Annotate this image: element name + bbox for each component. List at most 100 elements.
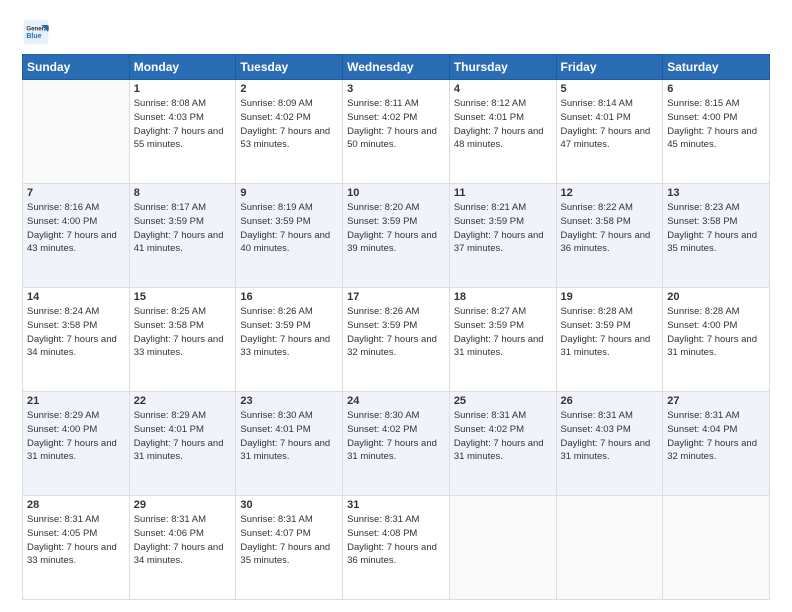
day-detail: Sunrise: 8:31 AMSunset: 4:07 PMDaylight:…	[240, 513, 338, 568]
cal-cell: 29Sunrise: 8:31 AMSunset: 4:06 PMDayligh…	[129, 496, 236, 600]
day-detail: Sunrise: 8:30 AMSunset: 4:01 PMDaylight:…	[240, 409, 338, 464]
week-row-4: 21 Sunrise: 8:29 AMSunset: 4:00 PMDayligh…	[23, 392, 770, 496]
cal-cell: 19 Sunrise: 8:28 AMSunset: 3:59 PMDayligh…	[556, 288, 663, 392]
day-number: 30	[240, 499, 338, 511]
day-number: 3	[347, 83, 445, 95]
day-detail: Sunrise: 8:30 AMSunset: 4:02 PMDaylight:…	[347, 409, 445, 464]
weekday-header-row: SundayMondayTuesdayWednesdayThursdayFrid…	[23, 55, 770, 80]
week-row-2: 7 Sunrise: 8:16 AMSunset: 4:00 PMDaylight…	[23, 184, 770, 288]
weekday-header-friday: Friday	[556, 55, 663, 80]
day-detail: Sunrise: 8:19 AMSunset: 3:59 PMDaylight:…	[240, 201, 338, 256]
day-number: 2	[240, 83, 338, 95]
day-detail: Sunrise: 8:28 AMSunset: 4:00 PMDaylight:…	[667, 305, 765, 360]
cal-cell: 25 Sunrise: 8:31 AMSunset: 4:02 PMDayligh…	[449, 392, 556, 496]
day-detail: Sunrise: 8:31 AMSunset: 4:08 PMDaylight:…	[347, 513, 445, 568]
day-number: 20	[667, 291, 765, 303]
cal-cell: 26 Sunrise: 8:31 AMSunset: 4:03 PMDayligh…	[556, 392, 663, 496]
logo: General Blue	[22, 18, 50, 46]
week-row-5: 28 Sunrise: 8:31 AMSunset: 4:05 PMDayligh…	[23, 496, 770, 600]
logo-icon: General Blue	[22, 18, 50, 46]
cal-cell: 28 Sunrise: 8:31 AMSunset: 4:05 PMDayligh…	[23, 496, 130, 600]
cal-cell: 9 Sunrise: 8:19 AMSunset: 3:59 PMDaylight…	[236, 184, 343, 288]
day-number: 22	[134, 395, 232, 407]
day-number: 27	[667, 395, 765, 407]
cal-cell: 18 Sunrise: 8:27 AMSunset: 3:59 PMDayligh…	[449, 288, 556, 392]
day-detail: Sunrise: 8:31 AMSunset: 4:03 PMDaylight:…	[561, 409, 659, 464]
header: General Blue	[22, 18, 770, 46]
cal-cell: 15Sunrise: 8:25 AMSunset: 3:58 PMDayligh…	[129, 288, 236, 392]
cal-cell	[663, 496, 770, 600]
day-detail: Sunrise: 8:29 AMSunset: 4:00 PMDaylight:…	[27, 409, 125, 464]
calendar: SundayMondayTuesdayWednesdayThursdayFrid…	[22, 54, 770, 600]
weekday-header-wednesday: Wednesday	[343, 55, 450, 80]
day-number: 28	[27, 499, 125, 511]
cal-cell: 24 Sunrise: 8:30 AMSunset: 4:02 PMDayligh…	[343, 392, 450, 496]
cal-cell: 20 Sunrise: 8:28 AMSunset: 4:00 PMDayligh…	[663, 288, 770, 392]
cal-cell: 12Sunrise: 8:22 AMSunset: 3:58 PMDayligh…	[556, 184, 663, 288]
weekday-header-sunday: Sunday	[23, 55, 130, 80]
day-detail: Sunrise: 8:31 AMSunset: 4:05 PMDaylight:…	[27, 513, 125, 568]
day-number: 23	[240, 395, 338, 407]
day-number: 7	[27, 187, 125, 199]
cal-cell: 17 Sunrise: 8:26 AMSunset: 3:59 PMDayligh…	[343, 288, 450, 392]
day-detail: Sunrise: 8:27 AMSunset: 3:59 PMDaylight:…	[454, 305, 552, 360]
cal-cell: 31Sunrise: 8:31 AMSunset: 4:08 PMDayligh…	[343, 496, 450, 600]
day-detail: Sunrise: 8:24 AMSunset: 3:58 PMDaylight:…	[27, 305, 125, 360]
day-detail: Sunrise: 8:17 AMSunset: 3:59 PMDaylight:…	[134, 201, 232, 256]
day-detail: Sunrise: 8:28 AMSunset: 3:59 PMDaylight:…	[561, 305, 659, 360]
day-number: 24	[347, 395, 445, 407]
day-detail: Sunrise: 8:31 AMSunset: 4:04 PMDaylight:…	[667, 409, 765, 464]
day-number: 9	[240, 187, 338, 199]
cal-cell: 10Sunrise: 8:20 AMSunset: 3:59 PMDayligh…	[343, 184, 450, 288]
day-number: 16	[240, 291, 338, 303]
day-detail: Sunrise: 8:16 AMSunset: 4:00 PMDaylight:…	[27, 201, 125, 256]
cal-cell: 13 Sunrise: 8:23 AMSunset: 3:58 PMDayligh…	[663, 184, 770, 288]
cal-cell	[23, 80, 130, 184]
day-number: 21	[27, 395, 125, 407]
cal-cell: 30 Sunrise: 8:31 AMSunset: 4:07 PMDayligh…	[236, 496, 343, 600]
day-number: 14	[27, 291, 125, 303]
day-number: 19	[561, 291, 659, 303]
weekday-header-thursday: Thursday	[449, 55, 556, 80]
day-number: 11	[454, 187, 552, 199]
day-number: 5	[561, 83, 659, 95]
weekday-header-tuesday: Tuesday	[236, 55, 343, 80]
cal-cell: 22Sunrise: 8:29 AMSunset: 4:01 PMDayligh…	[129, 392, 236, 496]
day-detail: Sunrise: 8:20 AMSunset: 3:59 PMDaylight:…	[347, 201, 445, 256]
day-number: 17	[347, 291, 445, 303]
day-detail: Sunrise: 8:26 AMSunset: 3:59 PMDaylight:…	[240, 305, 338, 360]
day-detail: Sunrise: 8:14 AMSunset: 4:01 PMDaylight:…	[561, 97, 659, 152]
cal-cell: 11Sunrise: 8:21 AMSunset: 3:59 PMDayligh…	[449, 184, 556, 288]
cal-cell: 3 Sunrise: 8:11 AMSunset: 4:02 PMDaylight…	[343, 80, 450, 184]
cal-cell: 21 Sunrise: 8:29 AMSunset: 4:00 PMDayligh…	[23, 392, 130, 496]
weekday-header-monday: Monday	[129, 55, 236, 80]
day-number: 8	[134, 187, 232, 199]
day-detail: Sunrise: 8:11 AMSunset: 4:02 PMDaylight:…	[347, 97, 445, 152]
cal-cell: 2 Sunrise: 8:09 AMSunset: 4:02 PMDaylight…	[236, 80, 343, 184]
page: General Blue SundayMondayTuesdayWednesda…	[0, 0, 792, 612]
cal-cell: 4Sunrise: 8:12 AMSunset: 4:01 PMDaylight…	[449, 80, 556, 184]
day-number: 18	[454, 291, 552, 303]
day-detail: Sunrise: 8:26 AMSunset: 3:59 PMDaylight:…	[347, 305, 445, 360]
day-detail: Sunrise: 8:22 AMSunset: 3:58 PMDaylight:…	[561, 201, 659, 256]
svg-text:Blue: Blue	[26, 33, 41, 40]
day-detail: Sunrise: 8:08 AMSunset: 4:03 PMDaylight:…	[134, 97, 232, 152]
day-detail: Sunrise: 8:09 AMSunset: 4:02 PMDaylight:…	[240, 97, 338, 152]
day-detail: Sunrise: 8:23 AMSunset: 3:58 PMDaylight:…	[667, 201, 765, 256]
cal-cell: 7 Sunrise: 8:16 AMSunset: 4:00 PMDaylight…	[23, 184, 130, 288]
day-number: 25	[454, 395, 552, 407]
day-number: 1	[134, 83, 232, 95]
day-detail: Sunrise: 8:15 AMSunset: 4:00 PMDaylight:…	[667, 97, 765, 152]
week-row-1: 1 Sunrise: 8:08 AMSunset: 4:03 PMDaylight…	[23, 80, 770, 184]
cal-cell: 16 Sunrise: 8:26 AMSunset: 3:59 PMDayligh…	[236, 288, 343, 392]
cal-cell: 27 Sunrise: 8:31 AMSunset: 4:04 PMDayligh…	[663, 392, 770, 496]
day-detail: Sunrise: 8:31 AMSunset: 4:06 PMDaylight:…	[134, 513, 232, 568]
day-number: 26	[561, 395, 659, 407]
cal-cell: 6Sunrise: 8:15 AMSunset: 4:00 PMDaylight…	[663, 80, 770, 184]
day-number: 13	[667, 187, 765, 199]
weekday-header-saturday: Saturday	[663, 55, 770, 80]
week-row-3: 14 Sunrise: 8:24 AMSunset: 3:58 PMDayligh…	[23, 288, 770, 392]
day-detail: Sunrise: 8:31 AMSunset: 4:02 PMDaylight:…	[454, 409, 552, 464]
cal-cell: 5 Sunrise: 8:14 AMSunset: 4:01 PMDaylight…	[556, 80, 663, 184]
cal-cell: 1 Sunrise: 8:08 AMSunset: 4:03 PMDaylight…	[129, 80, 236, 184]
